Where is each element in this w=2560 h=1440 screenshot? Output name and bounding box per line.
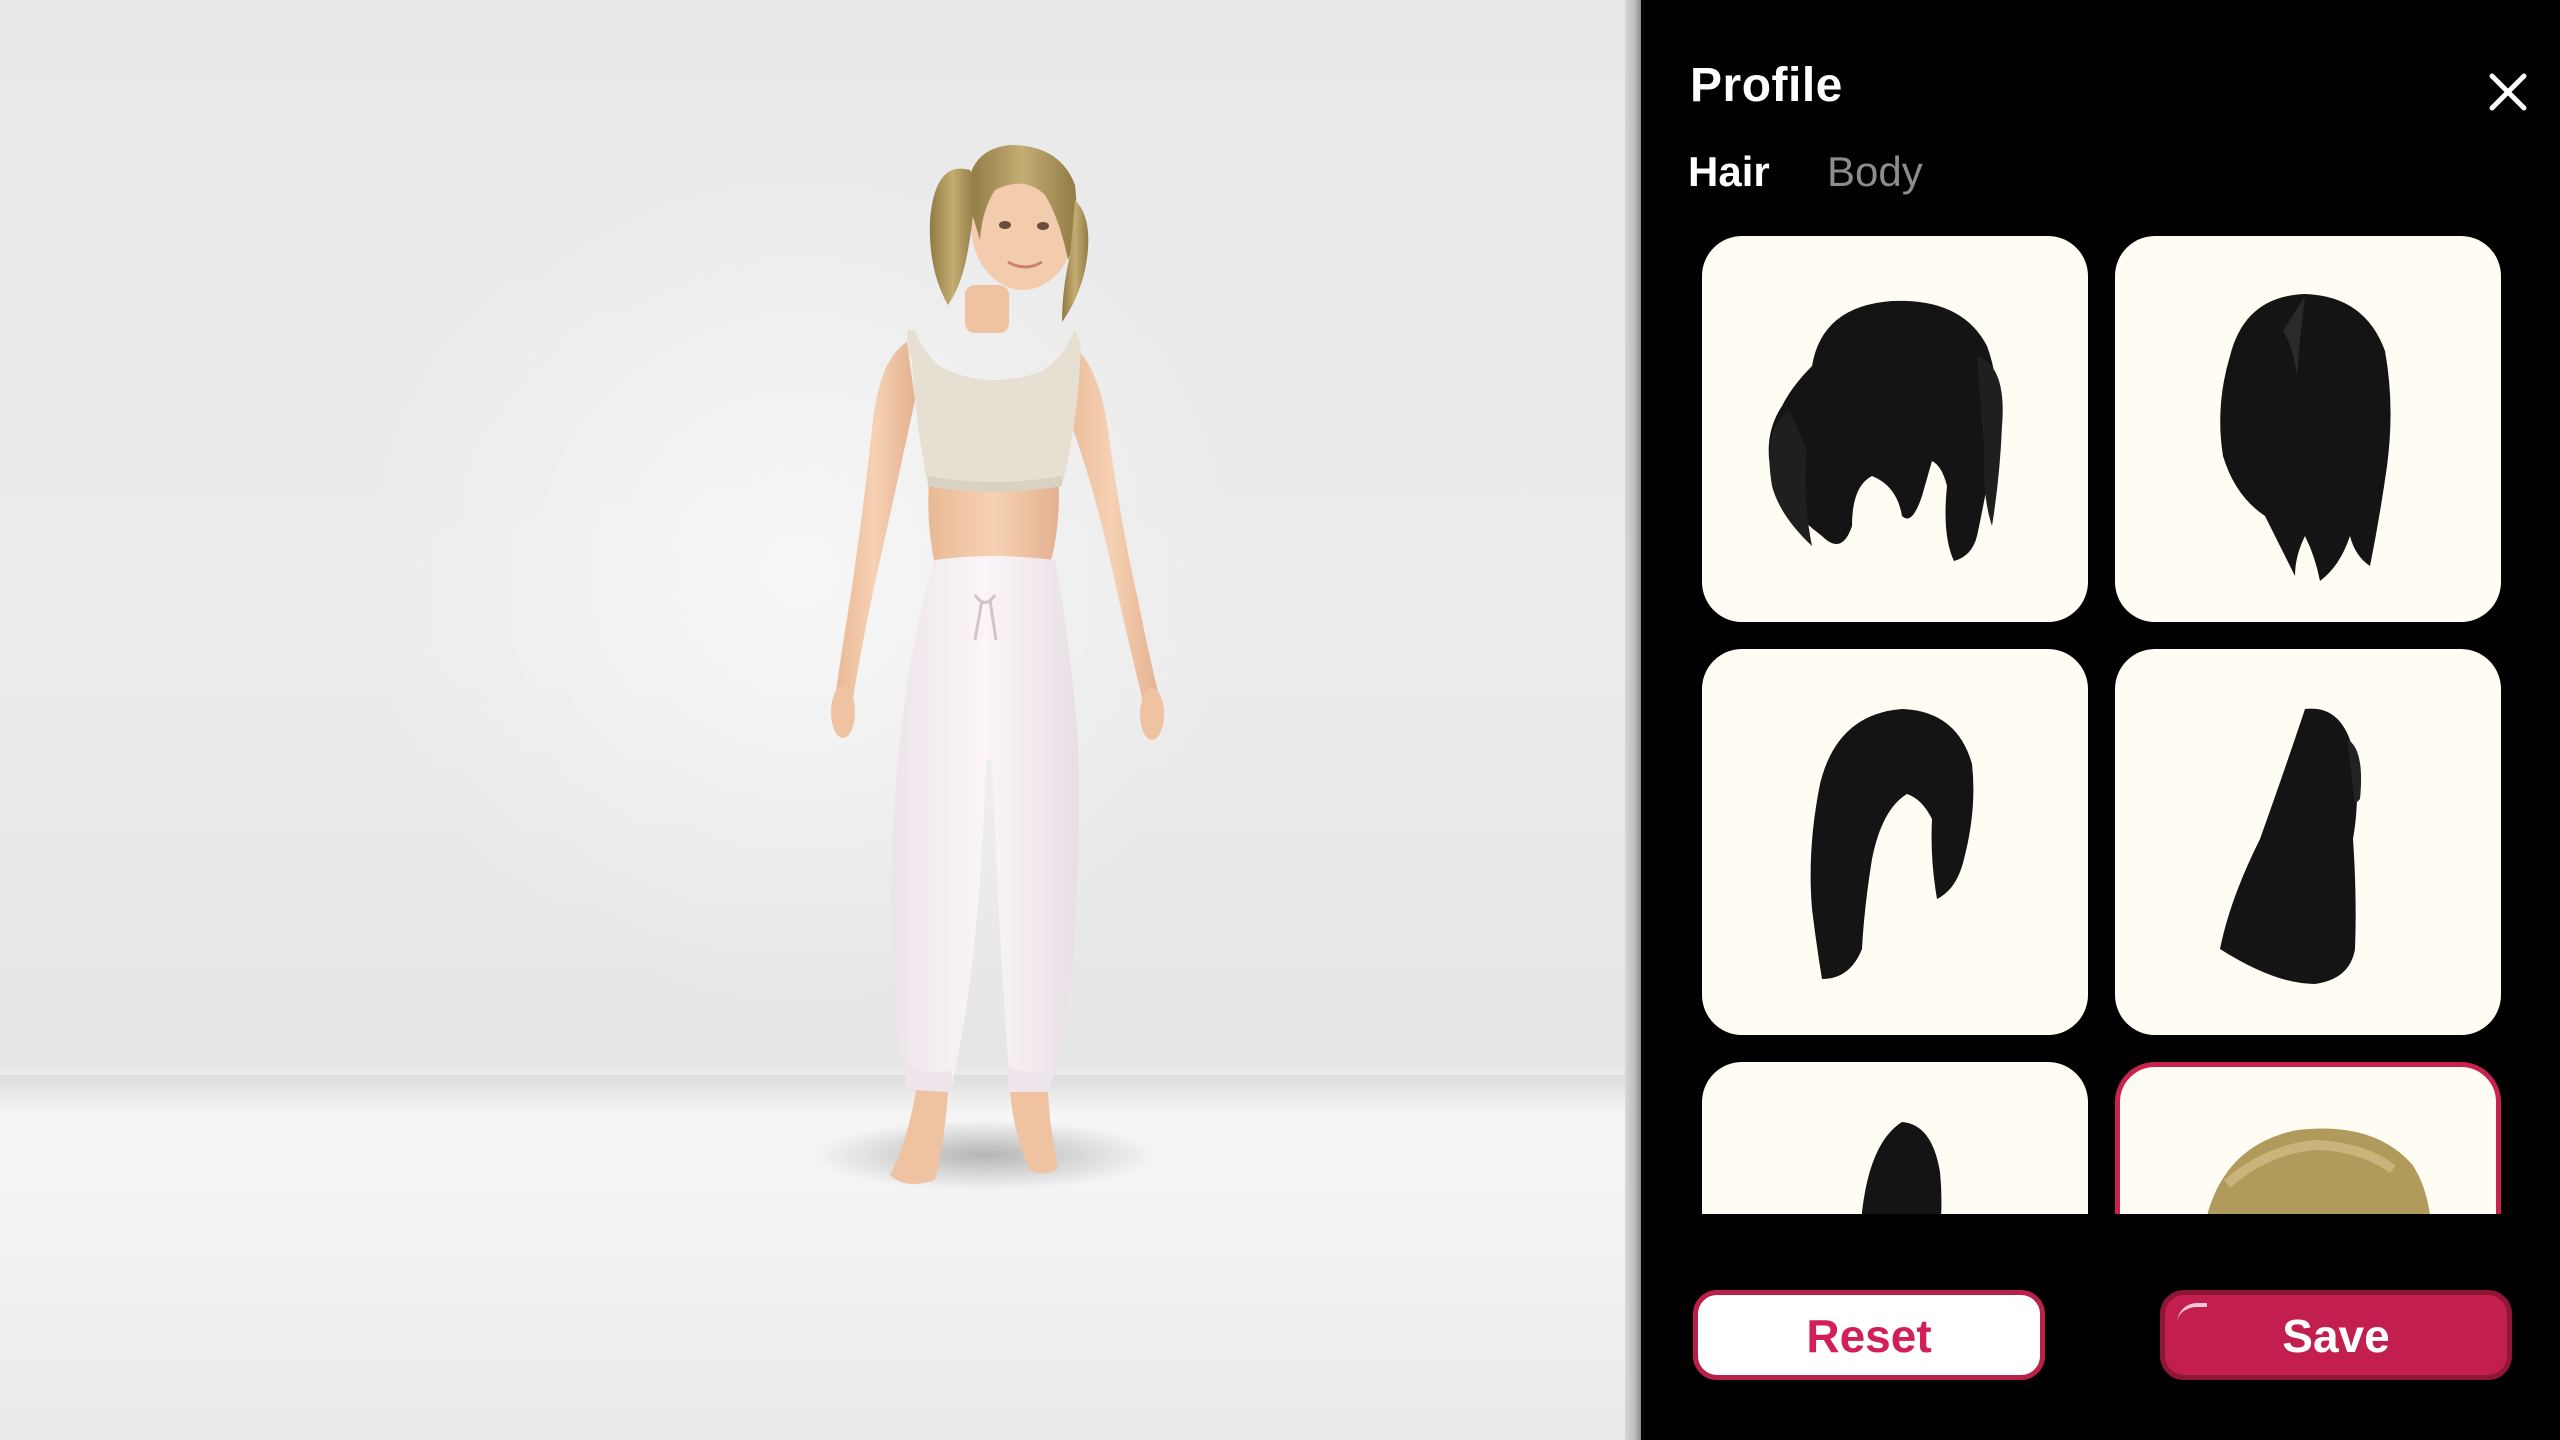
hair-style-icon bbox=[2220, 708, 2362, 984]
hair-option-card[interactable] bbox=[1702, 1062, 2088, 1214]
panel-title: Profile bbox=[1690, 59, 1843, 112]
tab-body[interactable]: Body bbox=[1827, 148, 1923, 196]
save-button-label: Save bbox=[2282, 1310, 2390, 1362]
save-button-gloss bbox=[2177, 1303, 2207, 1323]
profile-panel: Profile Hair Body Reset Save bbox=[1641, 0, 2560, 1440]
hair-option-card[interactable] bbox=[2115, 649, 2501, 1035]
save-button[interactable]: Save bbox=[2160, 1290, 2512, 1380]
close-button[interactable] bbox=[2484, 68, 2532, 116]
hair-style-icon bbox=[2207, 1128, 2430, 1214]
hair-option-card-selected[interactable] bbox=[2115, 1062, 2501, 1214]
avatar-model[interactable] bbox=[0, 0, 1625, 1440]
hair-option-card[interactable] bbox=[1702, 649, 2088, 1035]
tab-hair[interactable]: Hair bbox=[1688, 148, 1770, 196]
reset-button[interactable]: Reset bbox=[1693, 1290, 2045, 1380]
hair-style-icon bbox=[1862, 1122, 1942, 1214]
panel-divider bbox=[1625, 0, 1641, 1440]
hair-style-icon bbox=[2220, 294, 2391, 581]
hair-options-grid[interactable] bbox=[1641, 228, 2560, 1214]
close-icon bbox=[2489, 73, 2527, 111]
hair-option-card[interactable] bbox=[1702, 236, 2088, 622]
hair-style-icon bbox=[1768, 300, 2003, 561]
avatar-viewport[interactable] bbox=[0, 0, 1625, 1440]
hair-style-icon bbox=[1810, 709, 1974, 979]
hair-option-card[interactable] bbox=[2115, 236, 2501, 622]
